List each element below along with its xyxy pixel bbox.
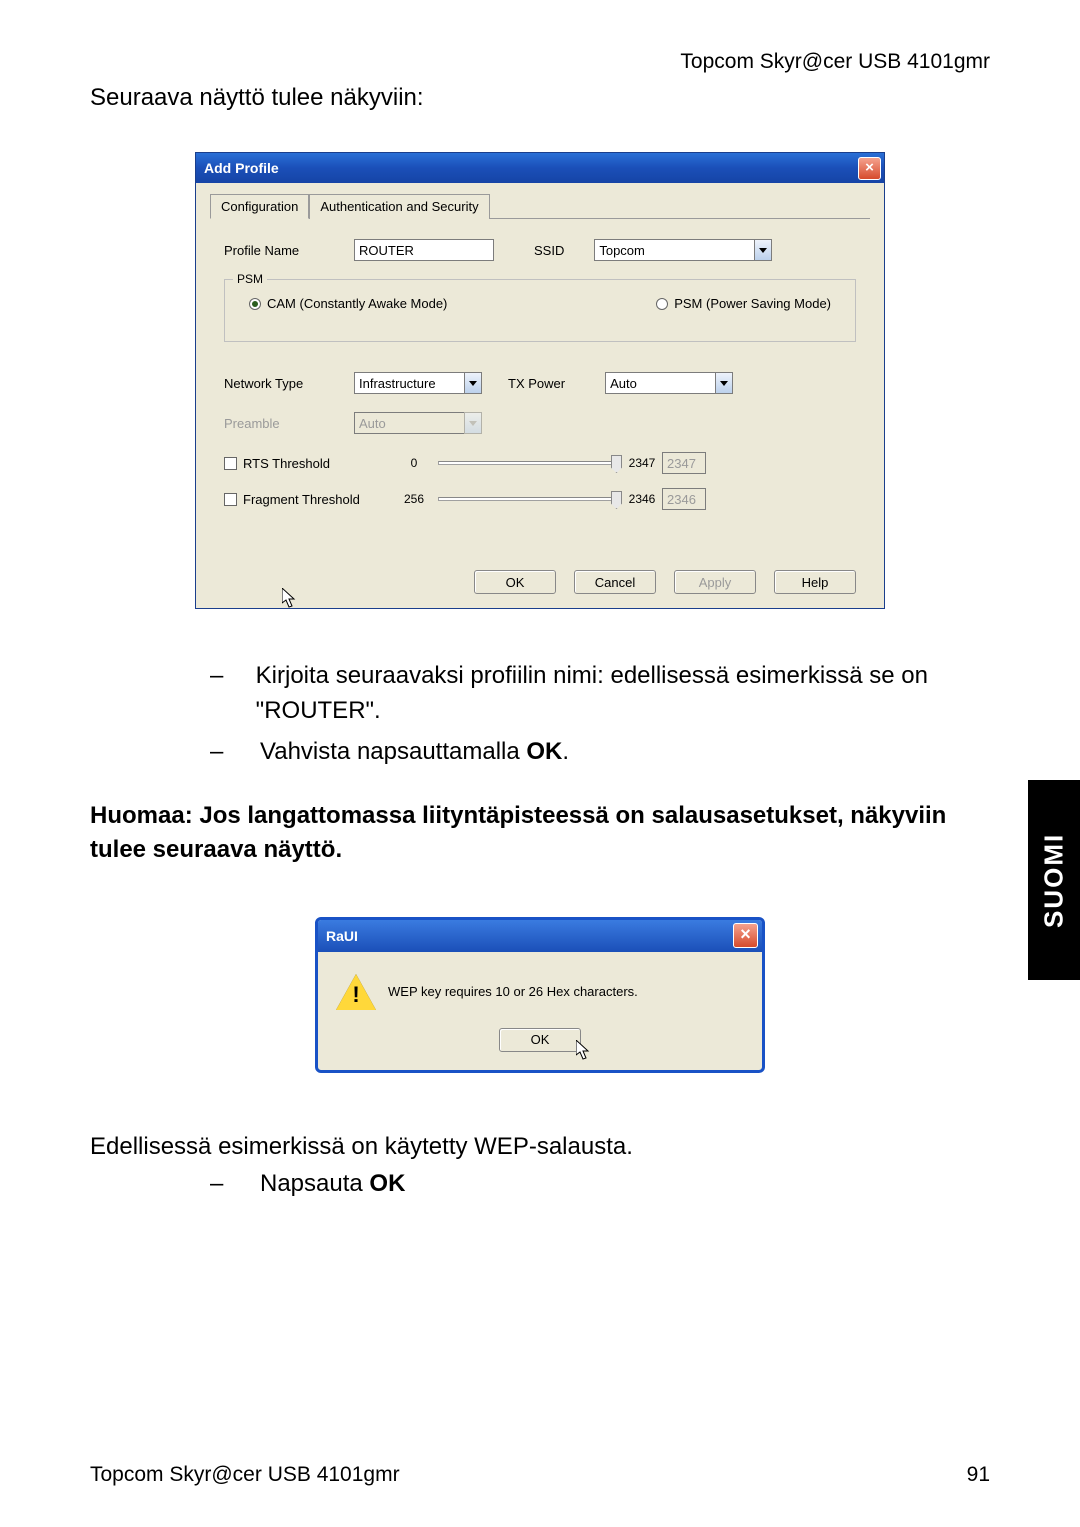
frag-value [662,488,706,510]
frag-min: 256 [394,492,434,506]
network-type-input[interactable] [354,372,464,394]
list-text: Napsauta OK [260,1167,405,1202]
preamble-input [354,412,464,434]
cam-label: CAM (Constantly Awake Mode) [267,296,447,311]
chevron-down-icon[interactable] [754,239,772,261]
slider-thumb-icon[interactable] [611,491,622,509]
frag-checkbox[interactable] [224,493,237,506]
tab-strip: Configuration Authentication and Securit… [210,193,870,219]
language-tab: SUOMI [1028,780,1080,980]
psm-legend: PSM [233,272,267,286]
rts-value [662,452,706,474]
dialog-title: RaUI [326,928,358,944]
network-type-combo[interactable] [354,372,482,394]
frag-slider[interactable] [438,497,618,501]
chevron-down-icon[interactable] [715,372,733,394]
ssid-input[interactable] [594,239,754,261]
frag-max: 2346 [622,492,662,506]
list-item: – Kirjoita seuraavaksi profiilin nimi: e… [210,659,990,729]
list-item: – Vahvista napsauttamalla OK. [210,735,990,770]
ok-button[interactable]: OK [499,1028,581,1052]
chevron-down-icon [464,412,482,434]
page-footer: Topcom Skyr@cer USB 4101gmr 91 [90,1463,990,1487]
cursor-icon [282,588,298,610]
dash-icon: – [210,659,256,729]
warning-icon: ! [336,974,372,1010]
intro-text: Seuraava näyttö tulee näkyviin: [90,84,990,112]
close-icon[interactable]: × [858,157,881,180]
profile-name-label: Profile Name [224,243,354,258]
list-text: Vahvista napsauttamalla OK. [260,735,569,770]
instruction-list: – Kirjoita seuraavaksi profiilin nimi: e… [210,659,990,769]
dialog-title: Add Profile [204,160,279,176]
list-text: Kirjoita seuraavaksi profiilin nimi: ede… [256,659,990,729]
network-type-label: Network Type [224,376,354,391]
close-icon[interactable]: × [733,923,758,948]
ssid-combo[interactable] [594,239,772,261]
raui-dialog: RaUI × ! WEP key requires 10 or 26 Hex c… [315,917,765,1073]
outro-text: Edellisessä esimerkissä on käytetty WEP-… [90,1133,990,1161]
preamble-combo [354,412,482,434]
psm-label: PSM (Power Saving Mode) [674,296,831,311]
rts-slider[interactable] [438,461,618,465]
titlebar: RaUI × [318,920,762,952]
tx-power-combo[interactable] [605,372,733,394]
psm-group: PSM CAM (Constantly Awake Mode) PSM (Pow… [224,279,856,342]
chevron-down-icon[interactable] [464,372,482,394]
note-text: Huomaa: Jos langattomassa liityntäpistee… [90,799,950,866]
titlebar: Add Profile × [196,153,884,183]
cancel-button[interactable]: Cancel [574,570,656,594]
footer-product: Topcom Skyr@cer USB 4101gmr [90,1463,400,1487]
rts-min: 0 [394,456,434,470]
dash-icon: – [210,1167,260,1202]
tab-configuration[interactable]: Configuration [210,194,309,219]
preamble-label: Preamble [224,416,354,431]
ok-button[interactable]: OK [474,570,556,594]
cam-radio[interactable]: CAM (Constantly Awake Mode) [249,296,447,311]
help-button[interactable]: Help [774,570,856,594]
slider-thumb-icon[interactable] [611,455,622,473]
tx-power-label: TX Power [508,376,565,391]
tab-authentication[interactable]: Authentication and Security [309,194,489,219]
page-number: 91 [967,1463,990,1487]
frag-label: Fragment Threshold [243,492,360,507]
message-text: WEP key requires 10 or 26 Hex characters… [388,984,638,999]
tx-power-input[interactable] [605,372,715,394]
rts-max: 2347 [622,456,662,470]
ssid-label: SSID [534,243,564,258]
profile-name-input[interactable] [354,239,494,261]
dash-icon: – [210,735,260,770]
rts-label: RTS Threshold [243,456,330,471]
list-item: – Napsauta OK [210,1167,990,1202]
add-profile-dialog: Add Profile × Configuration Authenticati… [195,152,885,609]
radio-icon [656,298,668,310]
apply-button: Apply [674,570,756,594]
radio-icon [249,298,261,310]
rts-checkbox[interactable] [224,457,237,470]
psm-radio[interactable]: PSM (Power Saving Mode) [656,296,831,311]
header-product: Topcom Skyr@cer USB 4101gmr [90,50,990,74]
